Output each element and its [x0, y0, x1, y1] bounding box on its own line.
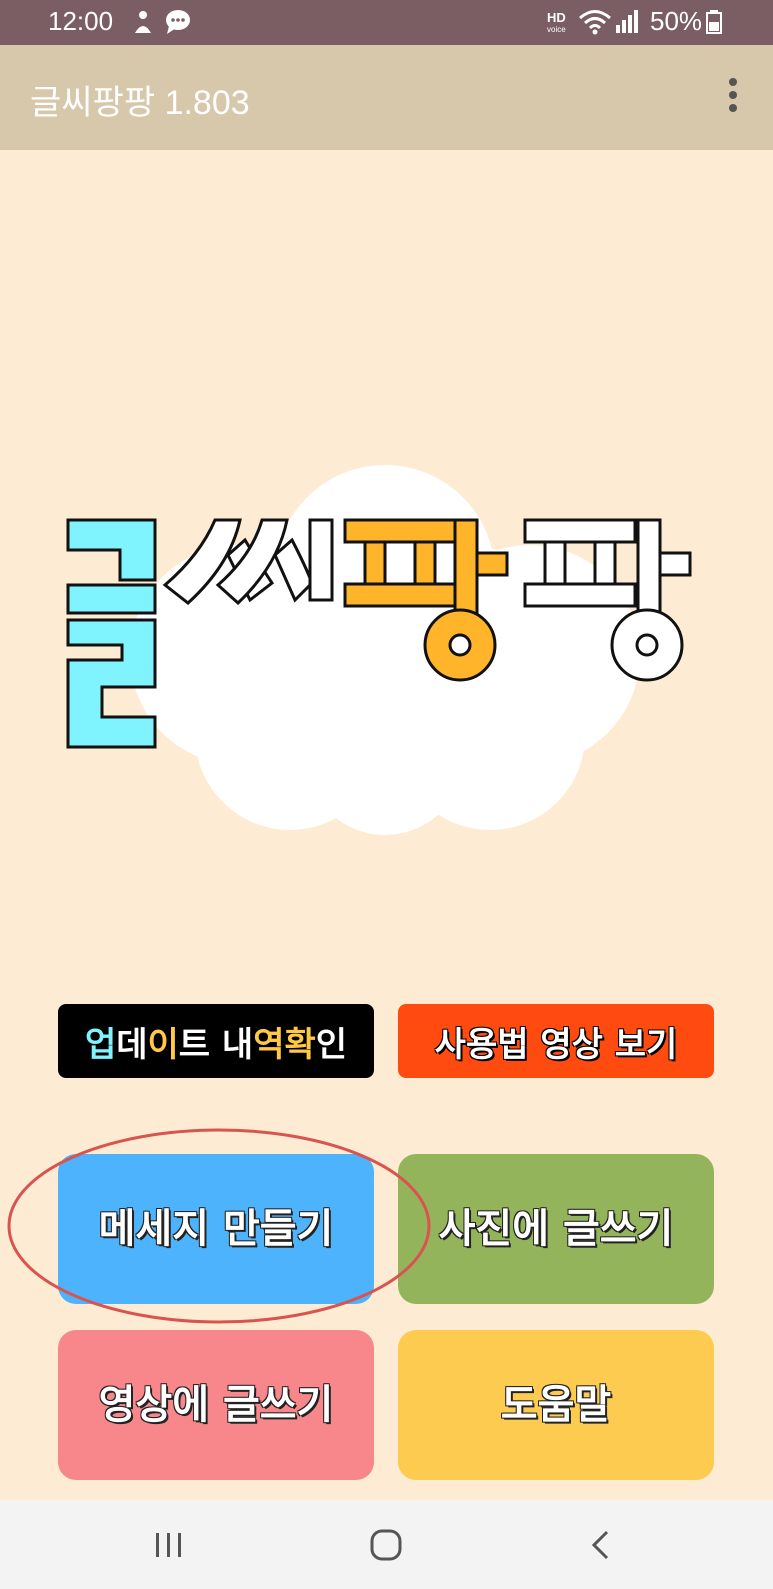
update-label-part: 업: [84, 1024, 117, 1065]
svg-text:HD: HD: [547, 10, 566, 25]
update-label-part: 인: [315, 1024, 348, 1065]
tutorial-video-label: 사용법 영상 보기: [434, 1024, 678, 1065]
write-on-video-label: 영상에 글쓰기: [98, 1382, 334, 1428]
app-title: 글씨팡팡 1.803: [30, 84, 250, 122]
chat-bubble-icon: [166, 10, 190, 34]
battery-percent: 50%: [650, 6, 703, 36]
signal-icon: [616, 10, 638, 33]
update-history-button[interactable]: 업데이트 내역 확인: [58, 1004, 374, 1078]
update-label-part: 확: [284, 1024, 316, 1065]
status-bar: 12:00 HD voice 50%: [0, 0, 773, 45]
make-message-button[interactable]: 메세지 만들기: [58, 1154, 374, 1304]
logo-char-geul: [66, 518, 157, 749]
write-on-photo-label: 사진에 글쓰기: [438, 1206, 674, 1252]
home-icon[interactable]: [369, 1528, 403, 1562]
battery-icon: [706, 10, 722, 34]
recent-apps-icon[interactable]: [152, 1528, 186, 1562]
svg-text:voice: voice: [547, 25, 566, 34]
navigation-bar: [0, 1500, 773, 1589]
hd-voice-icon: HD voice: [547, 10, 566, 34]
write-on-video-button[interactable]: 영상에 글쓰기: [58, 1330, 374, 1480]
app-bar: 글씨팡팡 1.803: [0, 45, 773, 150]
back-icon[interactable]: [585, 1528, 619, 1562]
app-logo: [66, 465, 692, 835]
update-label-part: 트 내: [178, 1024, 254, 1065]
tutorial-video-button[interactable]: 사용법 영상 보기: [398, 1004, 714, 1078]
update-label-part: 역: [253, 1024, 285, 1065]
help-label: 도움말: [500, 1382, 612, 1428]
make-message-label: 메세지 만들기: [98, 1206, 334, 1252]
write-on-photo-button[interactable]: 사진에 글쓰기: [398, 1154, 714, 1304]
status-time: 12:00: [48, 6, 114, 36]
notification-person-icon: [135, 11, 151, 33]
more-vert-icon[interactable]: [718, 78, 748, 118]
help-button[interactable]: 도움말: [398, 1330, 714, 1480]
update-label-part: 데: [116, 1024, 148, 1065]
update-label-part: 이: [147, 1024, 179, 1065]
wifi-icon: [579, 10, 611, 35]
